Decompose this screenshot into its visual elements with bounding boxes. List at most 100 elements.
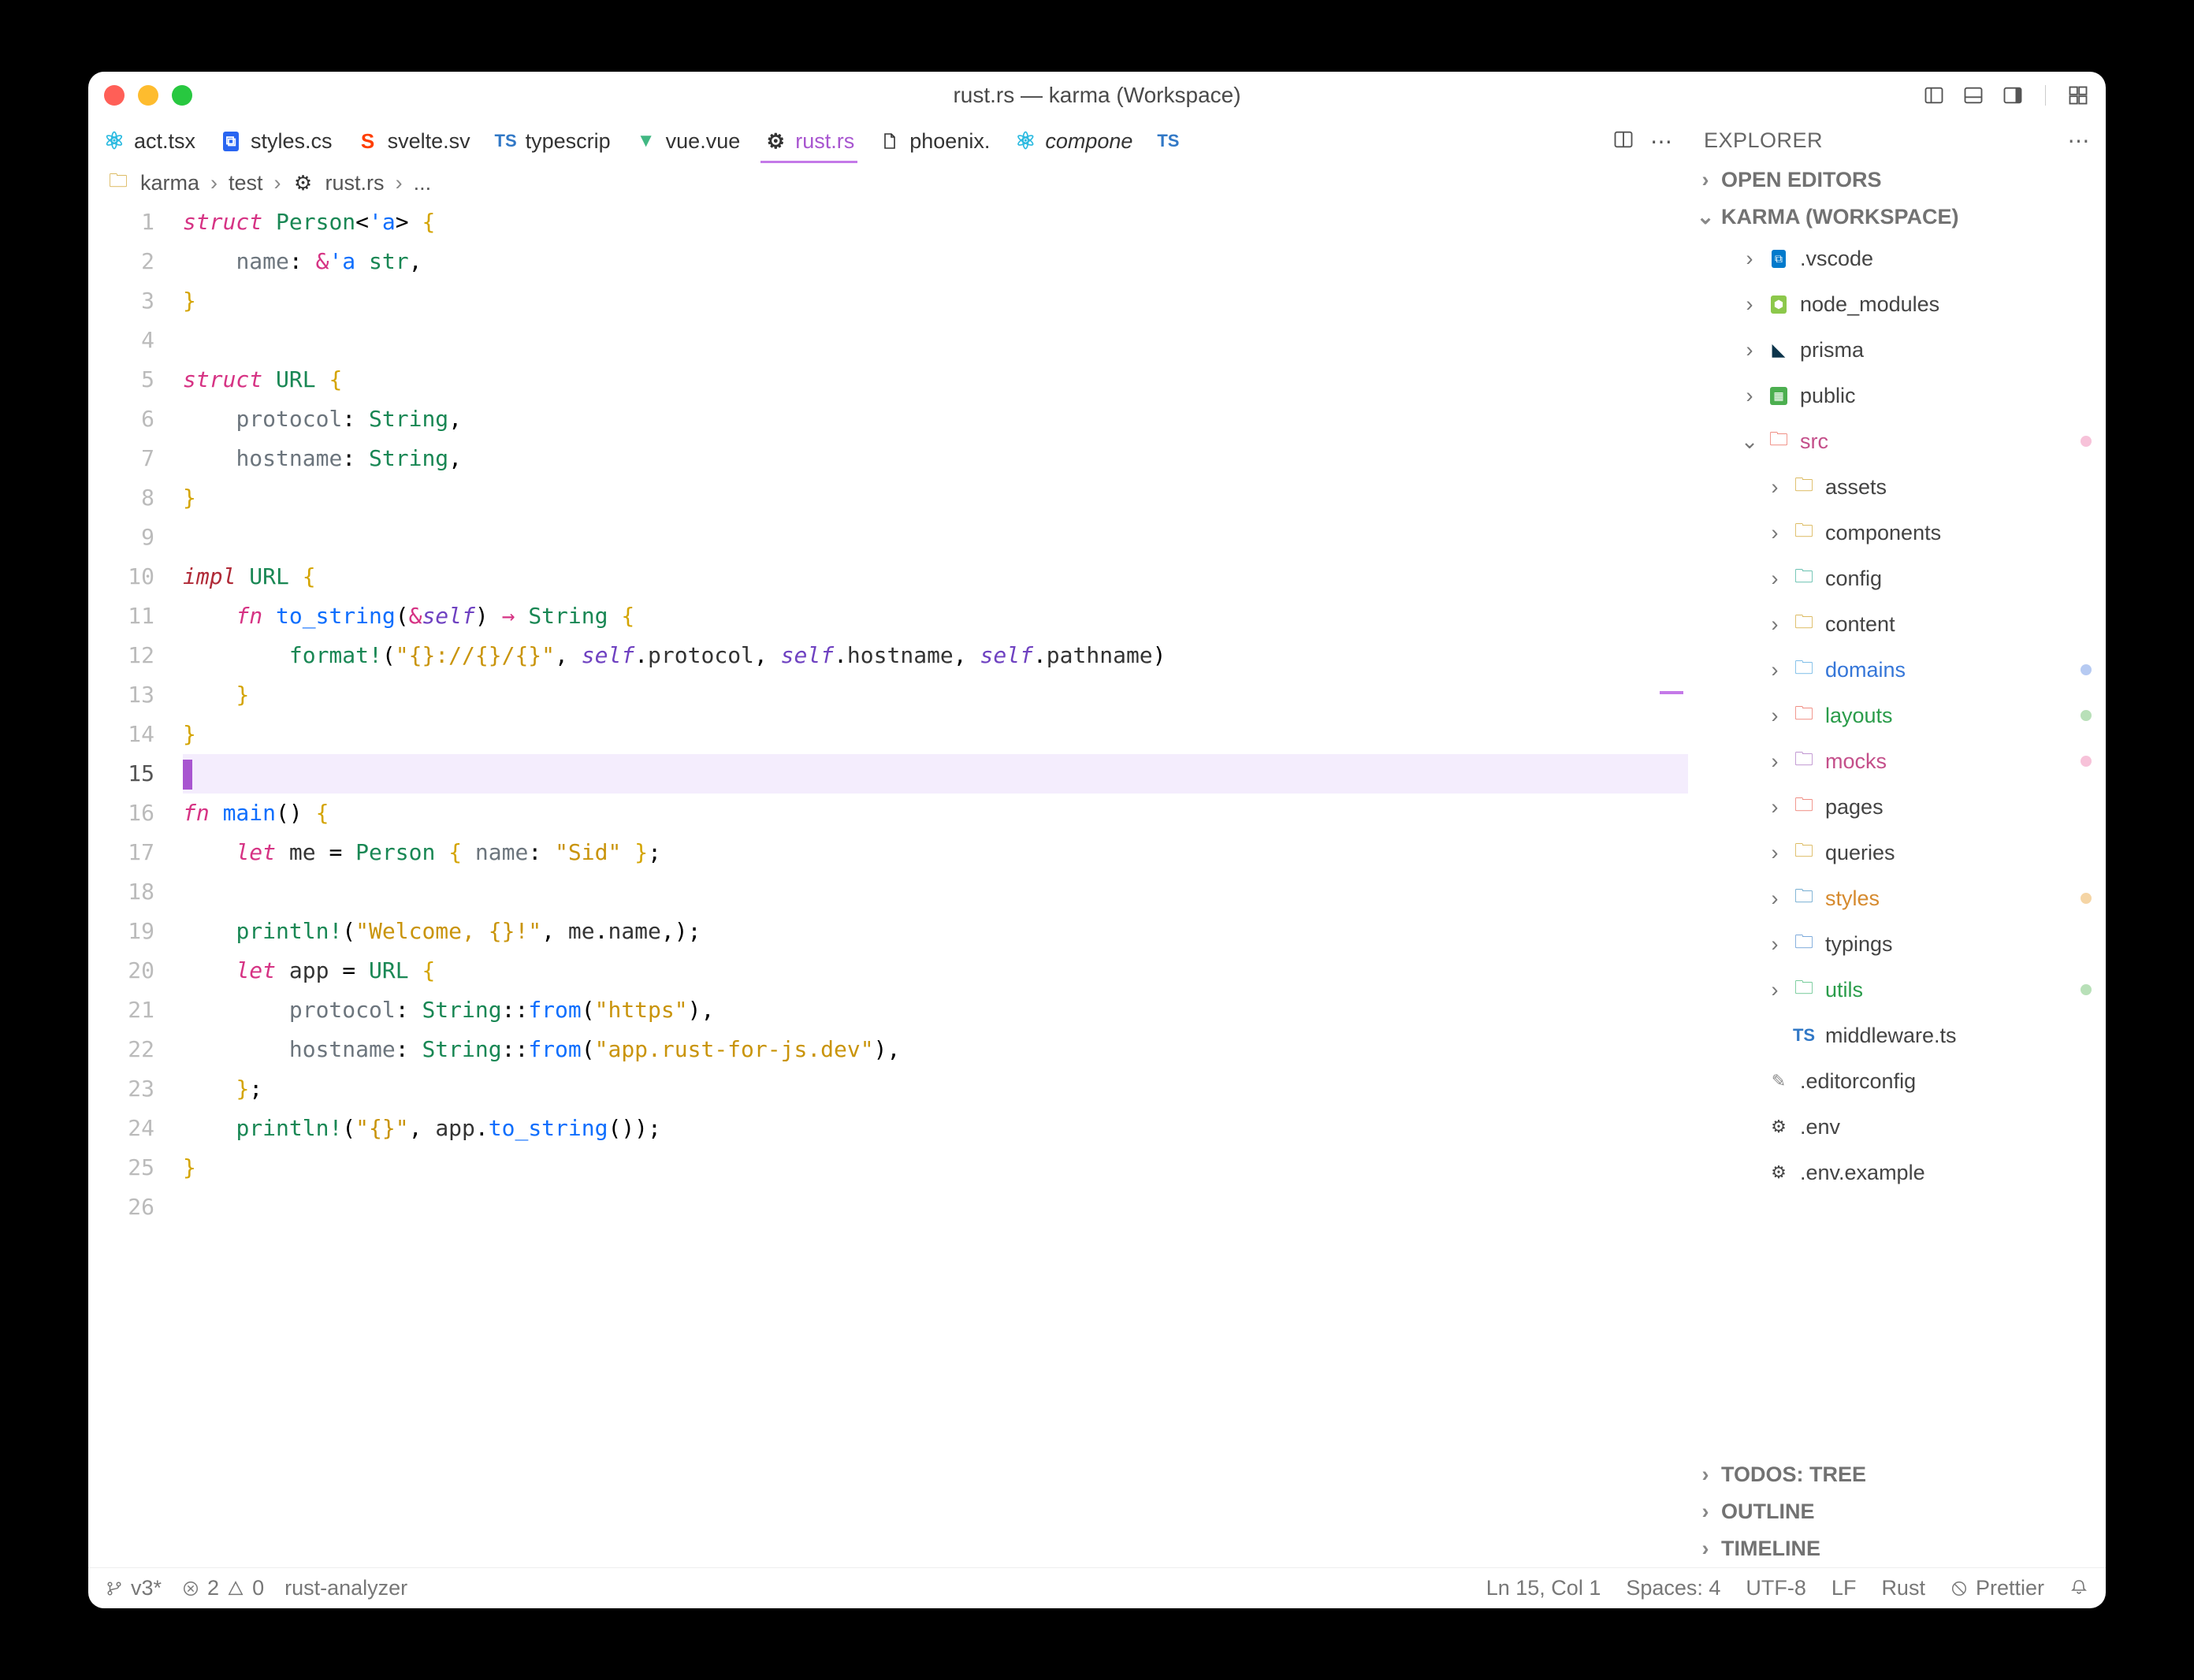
section-karma-workspace-[interactable]: ⌄KARMA (WORKSPACE)	[1688, 199, 2106, 236]
tree-item-pages[interactable]: ›🗀pages	[1688, 784, 2106, 830]
code-content[interactable]: struct Person<'a> { name: &'a str,} stru…	[183, 203, 1688, 1567]
problems[interactable]: 2 0	[182, 1576, 264, 1600]
tree-item-node_modules[interactable]: ›⬢node_modules	[1688, 281, 2106, 327]
tab-svelte.sv[interactable]: Ssvelte.sv	[345, 119, 482, 163]
tree-item-config[interactable]: ›🗀config	[1688, 556, 2106, 601]
chevron-right-icon: ›	[1698, 1500, 1713, 1524]
tab-ts[interactable]: TS	[1145, 119, 1191, 163]
tree-item-assets[interactable]: ›🗀assets	[1688, 464, 2106, 510]
close-window-button[interactable]	[104, 85, 125, 106]
code-line[interactable]	[183, 321, 1688, 360]
code-line[interactable]: format!("{}://{}/{}", self.protocol, sel…	[183, 636, 1688, 675]
chevron-icon: ›	[1742, 384, 1757, 408]
folder-green-icon: 🗀	[1792, 978, 1816, 1002]
breadcrumb-item[interactable]: karma	[140, 171, 199, 195]
code-line[interactable]: hostname: String::from("app.rust-for-js.…	[183, 1030, 1688, 1069]
tab-phoenix.[interactable]: phoenix.	[867, 119, 1001, 163]
tree-item-public[interactable]: ›▦public	[1688, 373, 2106, 418]
tree-item-styles[interactable]: ›🗀styles	[1688, 875, 2106, 921]
tree-item-utils[interactable]: ›🗀utils	[1688, 967, 2106, 1013]
code-line[interactable]: name: &'a str,	[183, 242, 1688, 281]
code-line[interactable]: protocol: String,	[183, 400, 1688, 439]
tree-label: layouts	[1825, 704, 2071, 728]
panel-left-icon[interactable]	[1922, 84, 1946, 107]
code-line[interactable]: struct Person<'a> {	[183, 203, 1688, 242]
cursor-position[interactable]: Ln 15, Col 1	[1486, 1576, 1601, 1600]
tree-item-content[interactable]: ›🗀content	[1688, 601, 2106, 647]
code-line[interactable]: }	[183, 675, 1688, 715]
panel-right-icon[interactable]	[2001, 84, 2025, 107]
lsp-status[interactable]: rust-analyzer	[284, 1576, 407, 1600]
code-line[interactable]: }	[183, 715, 1688, 754]
minimize-window-button[interactable]	[138, 85, 158, 106]
language-mode[interactable]: Rust	[1881, 1576, 1925, 1600]
code-line[interactable]: fn to_string(&self) → String {	[183, 597, 1688, 636]
tree-item-queries[interactable]: ›🗀queries	[1688, 830, 2106, 875]
breadcrumb-item[interactable]: rust.rs	[325, 171, 385, 195]
code-line[interactable]: println!("{}", app.to_string());	[183, 1109, 1688, 1148]
section-open-editors[interactable]: ›OPEN EDITORS	[1688, 162, 2106, 199]
code-line[interactable]: struct URL {	[183, 360, 1688, 400]
tab-bar: ⚛act.tsx⧉styles.csSsvelte.svTStypescrip▼…	[88, 119, 1688, 163]
code-line[interactable]	[183, 518, 1688, 557]
code-line[interactable]: fn main() {	[183, 794, 1688, 833]
tab-rust.rs[interactable]: ⚙rust.rs	[753, 119, 865, 163]
code-line[interactable]: impl URL {	[183, 557, 1688, 597]
formatter[interactable]: Prettier	[1950, 1576, 2044, 1600]
code-line[interactable]	[183, 872, 1688, 912]
tree-item-domains[interactable]: ›🗀domains	[1688, 647, 2106, 693]
tree-item-components[interactable]: ›🗀components	[1688, 510, 2106, 556]
code-line[interactable]: hostname: String,	[183, 439, 1688, 478]
code-line[interactable]: println!("Welcome, {}!", me.name,);	[183, 912, 1688, 951]
minimap[interactable]	[1649, 203, 1688, 707]
breadcrumb-item[interactable]: ...	[414, 171, 432, 195]
tree-label: domains	[1825, 658, 2071, 682]
eol[interactable]: LF	[1831, 1576, 1857, 1600]
tree-item-prisma[interactable]: ›◣prisma	[1688, 327, 2106, 373]
code-line[interactable]: let app = URL {	[183, 951, 1688, 991]
tree-item-.env.example[interactable]: ⚙.env.example	[1688, 1150, 2106, 1195]
code-line[interactable]: }	[183, 281, 1688, 321]
encoding[interactable]: UTF-8	[1746, 1576, 1806, 1600]
section-outline[interactable]: ›OUTLINE	[1688, 1493, 2106, 1530]
customize-layout-icon[interactable]	[2066, 84, 2090, 107]
tree-label: mocks	[1825, 749, 2071, 774]
explorer-more-icon[interactable]: ⋯	[2068, 128, 2091, 154]
tree-item-.env[interactable]: ⚙.env	[1688, 1104, 2106, 1150]
tab-vue.vue[interactable]: ▼vue.vue	[623, 119, 752, 163]
code-line[interactable]: }	[183, 1148, 1688, 1188]
code-line[interactable]	[183, 1188, 1688, 1227]
tree-item-.vscode[interactable]: ›⧉.vscode	[1688, 236, 2106, 281]
tree-item-mocks[interactable]: ›🗀mocks	[1688, 738, 2106, 784]
split-editor-icon[interactable]	[1612, 128, 1634, 154]
prisma-icon: ◣	[1767, 338, 1791, 362]
bell-icon[interactable]	[2069, 1576, 2088, 1600]
tab-compone[interactable]: ⚛compone	[1002, 119, 1143, 163]
tab-typescrip[interactable]: TStypescrip	[483, 119, 622, 163]
code-line[interactable]: };	[183, 1069, 1688, 1109]
tree-item-middleware.ts[interactable]: TSmiddleware.ts	[1688, 1013, 2106, 1058]
tree-item-.editorconfig[interactable]: ✎.editorconfig	[1688, 1058, 2106, 1104]
code-line[interactable]: protocol: String::from("https"),	[183, 991, 1688, 1030]
tab-act.tsx[interactable]: ⚛act.tsx	[91, 119, 206, 163]
breadcrumb-sep: ›	[274, 171, 281, 195]
breadcrumb[interactable]: 🗀karma›test›⚙rust.rs›...	[88, 163, 1688, 203]
folder-blue2-icon: 🗀	[1792, 886, 1816, 910]
code-line[interactable]: }	[183, 478, 1688, 518]
zoom-window-button[interactable]	[172, 85, 192, 106]
section-timeline[interactable]: ›TIMELINE	[1688, 1530, 2106, 1567]
code-line[interactable]	[183, 754, 1688, 794]
tab-styles.cs[interactable]: ⧉styles.cs	[208, 119, 344, 163]
chevron-icon: ›	[1767, 567, 1783, 591]
code-line[interactable]: let me = Person { name: "Sid" };	[183, 833, 1688, 872]
git-branch[interactable]: v3*	[106, 1576, 162, 1600]
more-actions-icon[interactable]: ⋯	[1650, 128, 1672, 154]
breadcrumb-item[interactable]: test	[229, 171, 263, 195]
section-todos-tree[interactable]: ›TODOS: TREE	[1688, 1456, 2106, 1493]
panel-bottom-icon[interactable]	[1962, 84, 1985, 107]
code-editor[interactable]: 1234567891011121314151617181920212223242…	[88, 203, 1688, 1567]
tree-item-src[interactable]: ⌄🗀src	[1688, 418, 2106, 464]
indentation[interactable]: Spaces: 4	[1626, 1576, 1720, 1600]
tree-item-typings[interactable]: ›🗀typings	[1688, 921, 2106, 967]
tree-item-layouts[interactable]: ›🗀layouts	[1688, 693, 2106, 738]
